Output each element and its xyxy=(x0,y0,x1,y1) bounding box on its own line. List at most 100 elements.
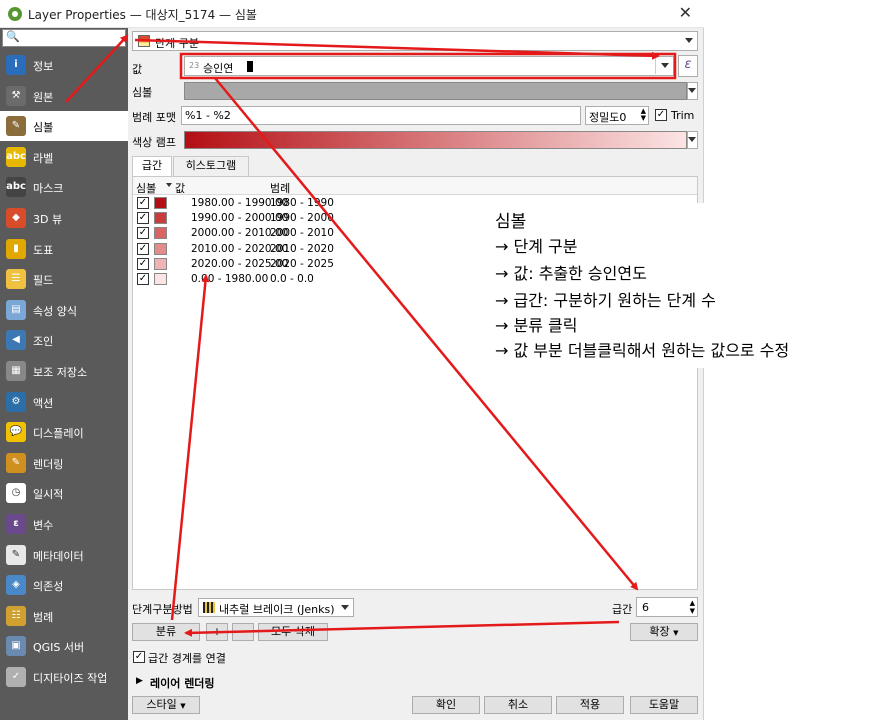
class-legend[interactable]: 1980 - 1990 xyxy=(270,197,334,209)
sidebar-item-label: QGIS 서버 xyxy=(33,641,85,655)
renderer-label: 단계 구분 xyxy=(155,37,199,50)
sidebar-item[interactable]: ▦ 보조 저장소 xyxy=(0,356,128,386)
clock-icon: ◷ xyxy=(6,483,26,504)
class-checkbox[interactable]: ✓ xyxy=(137,273,149,285)
cancel-button[interactable]: 취소 xyxy=(484,696,552,714)
sidebar-item-label: 보조 저장소 xyxy=(33,366,88,379)
legend-format-input[interactable]: %1 - %2 xyxy=(181,106,581,125)
class-color-swatch[interactable] xyxy=(154,273,167,285)
layer-rendering-label[interactable]: 레이어 렌더링 xyxy=(150,675,215,691)
ok-button[interactable]: 확인 xyxy=(412,696,480,714)
class-legend[interactable]: 1990 - 2000 xyxy=(270,212,334,224)
sidebar-item[interactable]: ✎ 렌더링 xyxy=(0,448,128,478)
header-legend[interactable]: 범례 xyxy=(270,180,290,196)
apply-button[interactable]: 적용 xyxy=(556,696,624,714)
remove-class-button[interactable]: − xyxy=(232,623,254,641)
class-legend[interactable]: 2000 - 2010 xyxy=(270,227,334,239)
advanced-button[interactable]: 확장 ▼ xyxy=(630,623,698,641)
precision-spinbox[interactable]: 정밀도0 ▲ ▼ xyxy=(585,106,649,125)
annotation-title: 심볼 xyxy=(495,212,527,232)
spin-arrows-icon[interactable]: ▲ ▼ xyxy=(641,108,646,122)
header-symbol[interactable]: 심볼 xyxy=(136,180,156,196)
header-value[interactable]: 값 xyxy=(175,180,185,196)
class-value[interactable]: 0.00 - 1980.00 xyxy=(191,273,268,285)
sidebar-item[interactable]: ◈ 의존성 xyxy=(0,570,128,600)
tab-classes[interactable]: 급간 xyxy=(132,156,172,177)
sidebar-item[interactable]: ☰ 필드 xyxy=(0,264,128,294)
class-checkbox[interactable]: ✓ xyxy=(137,212,149,225)
legend-icon: ☷ xyxy=(6,605,26,626)
class-legend[interactable]: 2010 - 2020 xyxy=(270,243,334,255)
sidebar-item[interactable]: abc 라벨 xyxy=(0,142,128,172)
storage-icon: ▦ xyxy=(6,361,26,381)
mode-combo[interactable]: 내추럴 브레이크 (Jenks) xyxy=(198,598,354,617)
class-color-swatch[interactable] xyxy=(154,257,167,270)
class-color-swatch[interactable] xyxy=(154,212,167,225)
sidebar-item[interactable]: abc 마스크 xyxy=(0,172,128,202)
class-checkbox[interactable]: ✓ xyxy=(137,257,149,270)
expression-button[interactable]: ε xyxy=(678,55,698,77)
chevron-down-icon xyxy=(341,604,349,610)
value-field-combo[interactable]: 23 승인연 xyxy=(184,56,674,76)
color-ramp-dropdown[interactable] xyxy=(687,131,698,149)
mode-label: 단계구분방법 xyxy=(132,603,193,616)
title-bar: Layer Properties — 대상지_5174 — 심볼 ✕ xyxy=(0,0,704,28)
annotation-line: → 값 부분 더블클릭해서 원하는 값으로 수정 xyxy=(495,341,790,360)
renderer-combo[interactable]: 단계 구분 xyxy=(132,31,698,51)
value-label: 값 xyxy=(132,63,143,76)
chevron-down-icon xyxy=(688,137,696,142)
sidebar-item[interactable]: ☷ 범례 xyxy=(0,601,128,631)
classes-spinbox[interactable]: 6 ▲ ▼ xyxy=(636,597,698,617)
sidebar-item-label: 라벨 xyxy=(33,151,54,165)
annotation-line: → 분류 클릭 xyxy=(495,316,578,335)
style-button[interactable]: 스타일 ▼ xyxy=(132,696,200,714)
sidebar-item[interactable]: ✎ 심볼 xyxy=(0,111,128,142)
class-color-swatch[interactable] xyxy=(154,242,167,255)
sidebar-item[interactable]: 💬 디스플레이 xyxy=(0,417,128,447)
class-legend[interactable]: 2020 - 2025 xyxy=(270,258,334,270)
sidebar-item[interactable]: ✎ 메타데이터 xyxy=(0,540,128,570)
source-icon: ⚒ xyxy=(6,85,26,106)
sidebar-search-input[interactable]: 🔍 xyxy=(2,29,126,47)
chevron-down-icon xyxy=(688,88,696,93)
sidebar-item[interactable]: ◆ 3D 뷰 xyxy=(0,203,128,233)
add-class-button[interactable]: + xyxy=(206,623,228,641)
sidebar-item[interactable]: ◀ 조인 xyxy=(0,325,128,355)
trim-checkbox[interactable]: ✓ xyxy=(655,109,667,121)
sidebar-item[interactable]: ε 변수 xyxy=(0,509,128,539)
sidebar-item[interactable]: ✓ 디지타이즈 작업 xyxy=(0,662,128,692)
chevron-down-icon: ▼ xyxy=(180,702,186,710)
class-checkbox[interactable]: ✓ xyxy=(137,242,149,255)
sidebar-item[interactable]: ▮ 도표 xyxy=(0,234,128,264)
sidebar-item[interactable]: ⚙ 액션 xyxy=(0,387,128,417)
spin-arrows-icon[interactable]: ▲ ▼ xyxy=(690,599,695,615)
class-checkbox[interactable]: ✓ xyxy=(137,197,149,209)
annotation-box: 심볼 → 단계 구분 → 값: 추출한 승인연도 → 급간: 구분하기 원하는 … xyxy=(483,203,883,368)
tab-histogram[interactable]: 히스토그램 xyxy=(173,156,249,176)
link-boundaries-checkbox[interactable]: ✓ xyxy=(133,651,145,663)
sidebar-item[interactable]: ◷ 일시적 xyxy=(0,478,128,508)
symbol-dropdown[interactable] xyxy=(687,82,698,100)
label-icon: abc xyxy=(6,146,26,167)
class-color-swatch[interactable] xyxy=(154,197,167,209)
annotation-line: → 급간: 구분하기 원하는 단계 수 xyxy=(495,291,716,310)
sidebar-item[interactable]: ▤ 속성 양식 xyxy=(0,295,128,325)
sidebar-item[interactable]: ⚒ 원본 xyxy=(0,81,128,111)
sidebar-item[interactable]: i 정보 xyxy=(0,50,128,80)
help-button[interactable]: 도움말 xyxy=(630,696,698,714)
sidebar-item[interactable]: ▣ QGIS 서버 xyxy=(0,631,128,661)
metadata-icon: ✎ xyxy=(6,544,26,565)
sort-down-icon xyxy=(166,183,172,187)
color-ramp-button[interactable] xyxy=(184,131,687,149)
class-legend[interactable]: 0.0 - 0.0 xyxy=(270,273,314,285)
delete-all-button[interactable]: 모두 삭제 xyxy=(258,623,328,641)
expand-arrow-icon[interactable]: ▶ xyxy=(136,676,143,686)
close-icon[interactable]: ✕ xyxy=(679,3,692,22)
class-color-swatch[interactable] xyxy=(154,227,167,240)
symbol-button[interactable] xyxy=(184,82,687,100)
chevron-down-icon xyxy=(661,63,669,68)
class-checkbox[interactable]: ✓ xyxy=(137,227,149,240)
sidebar-item-label: 메타데이터 xyxy=(33,549,84,563)
classify-button[interactable]: 분류 xyxy=(132,623,200,641)
sidebar-item-label: 마스크 xyxy=(33,182,64,196)
